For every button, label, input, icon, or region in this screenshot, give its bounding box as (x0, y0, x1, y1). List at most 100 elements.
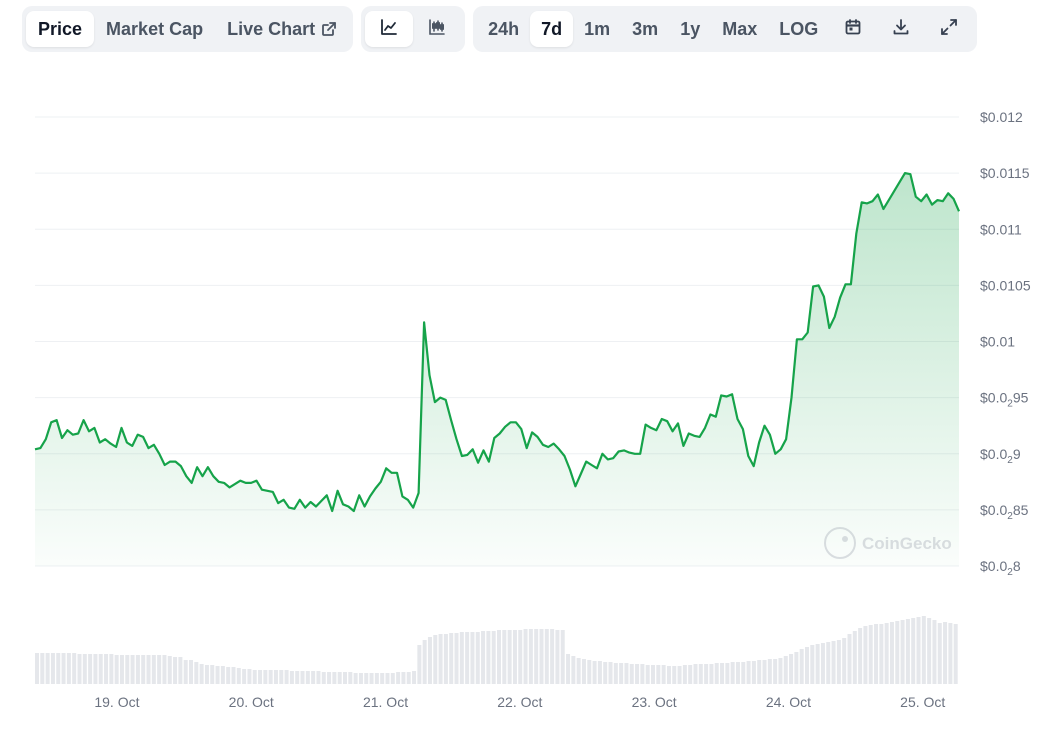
volume-bar (842, 638, 847, 684)
volume-bar (268, 670, 273, 684)
volume-bar (677, 666, 682, 684)
volume-bar (688, 665, 693, 684)
volume-bar (730, 662, 735, 684)
volume-bar (98, 654, 103, 684)
volume-bar (571, 656, 576, 684)
volume-bar (173, 657, 178, 684)
volume-bar (465, 632, 470, 684)
volume-bar (417, 645, 422, 684)
volume-bar (343, 672, 348, 684)
volume-bar (709, 664, 714, 684)
volume-bar (656, 665, 661, 684)
volume-bar (539, 629, 544, 684)
volume-bar (927, 618, 932, 684)
volume-bar (77, 654, 82, 684)
volume-bar (826, 642, 831, 684)
volume-bar (651, 665, 656, 684)
volume-bar (321, 672, 326, 684)
volume-bar (104, 654, 109, 684)
volume-bar (507, 630, 512, 684)
volume-bar (353, 673, 358, 684)
volume-bar (576, 658, 581, 684)
volume-bar (157, 655, 162, 684)
volume-bar (778, 658, 783, 684)
volume-bar (348, 672, 353, 684)
volume-bar (592, 661, 597, 684)
volume-bar (879, 624, 884, 684)
volume-bar (953, 624, 958, 684)
volume-bar (810, 645, 815, 684)
volume-bar (735, 662, 740, 684)
volume-bar (295, 671, 300, 684)
price-chart-area[interactable]: CoinGecko $0.028 $0.0285 $0.029 $0.0295 $0.0… (0, 0, 1052, 728)
volume-bar (385, 673, 390, 684)
volume-bar (905, 619, 910, 684)
y-tick-suffix: 85 (1013, 502, 1029, 518)
volume-bar (311, 671, 316, 684)
volume-bar (847, 634, 852, 684)
volume-bar (666, 666, 671, 684)
volume-bar (581, 659, 586, 684)
x-tick-label: 25. Oct (900, 694, 945, 710)
volume-bar (497, 630, 502, 684)
volume-bar (858, 628, 863, 684)
volume-bar (603, 662, 608, 684)
volume-bar (587, 660, 592, 684)
volume-bar (789, 654, 794, 684)
x-tick-label: 21. Oct (363, 694, 408, 710)
volume-bar (672, 666, 677, 684)
volume-bar (682, 665, 687, 684)
y-tick-suffix: 95 (1013, 390, 1029, 406)
volume-bar (704, 664, 709, 684)
volume-bar (258, 670, 263, 684)
volume-bar (252, 670, 257, 684)
volume-bar (889, 622, 894, 684)
volume-bar (560, 630, 565, 684)
volume-bar (327, 672, 332, 684)
volume-bar (135, 655, 140, 684)
volume-bar (412, 671, 417, 684)
volume-bar (921, 616, 926, 684)
y-tick-label: $0.0105 (980, 277, 1031, 293)
volume-bar (215, 666, 220, 684)
watermark-text: CoinGecko (862, 534, 952, 553)
volume-bar (284, 670, 289, 684)
volume-bar (629, 664, 634, 684)
volume-bars (35, 616, 958, 684)
price-chart[interactable]: CoinGecko $0.028$0.0285$0.029$0.0295$0.0… (0, 0, 1052, 728)
volume-bar (741, 662, 746, 684)
volume-bar (236, 668, 241, 684)
y-tick-label: $0.028 (980, 558, 1021, 578)
volume-bar (247, 669, 252, 684)
x-axis: 19. Oct 20. Oct 21. Oct 22. Oct 23. Oct 24. O… (94, 694, 945, 710)
volume-bar (932, 620, 937, 684)
volume-bar (438, 634, 443, 684)
volume-bar (289, 671, 294, 684)
volume-bar (725, 663, 730, 684)
volume-bar (443, 634, 448, 684)
volume-bar (911, 618, 916, 684)
volume-bar (943, 622, 948, 684)
y-tick-main: $0.0105 (980, 277, 1031, 293)
volume-bar (305, 671, 310, 684)
volume-bar (624, 663, 629, 684)
y-tick-label: $0.0115 (980, 165, 1030, 181)
volume-bar (597, 661, 602, 684)
volume-bar (518, 630, 523, 684)
volume-bar (794, 652, 799, 684)
volume-bar (852, 631, 857, 684)
volume-bar (204, 665, 209, 684)
volume-bar (491, 631, 496, 684)
y-tick-main: $0.0 (980, 390, 1007, 406)
volume-bar (773, 659, 778, 684)
volume-bar (608, 662, 613, 684)
volume-bar (226, 667, 231, 684)
y-tick-label: $0.012 (980, 109, 1023, 125)
volume-bar (88, 654, 93, 684)
volume-bar (895, 621, 900, 684)
volume-bar (45, 653, 50, 684)
volume-bar (146, 655, 151, 684)
x-tick-label: 22. Oct (497, 694, 542, 710)
y-tick-main: $0.0 (980, 558, 1007, 574)
volume-bar (263, 670, 268, 684)
